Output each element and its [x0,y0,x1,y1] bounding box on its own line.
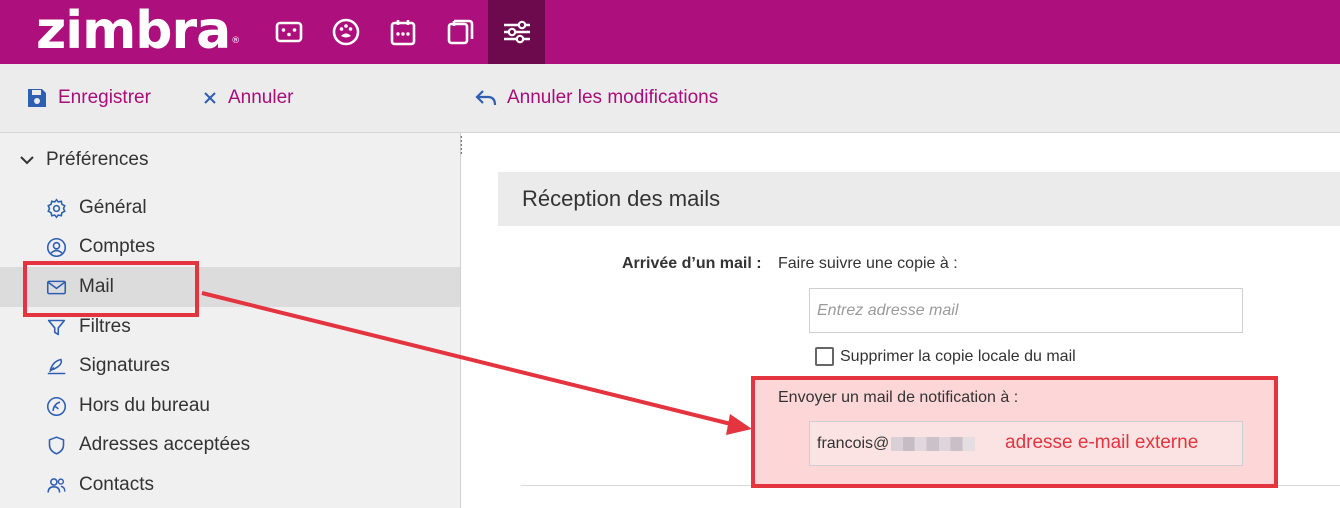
annotation-arrow [201,291,752,435]
